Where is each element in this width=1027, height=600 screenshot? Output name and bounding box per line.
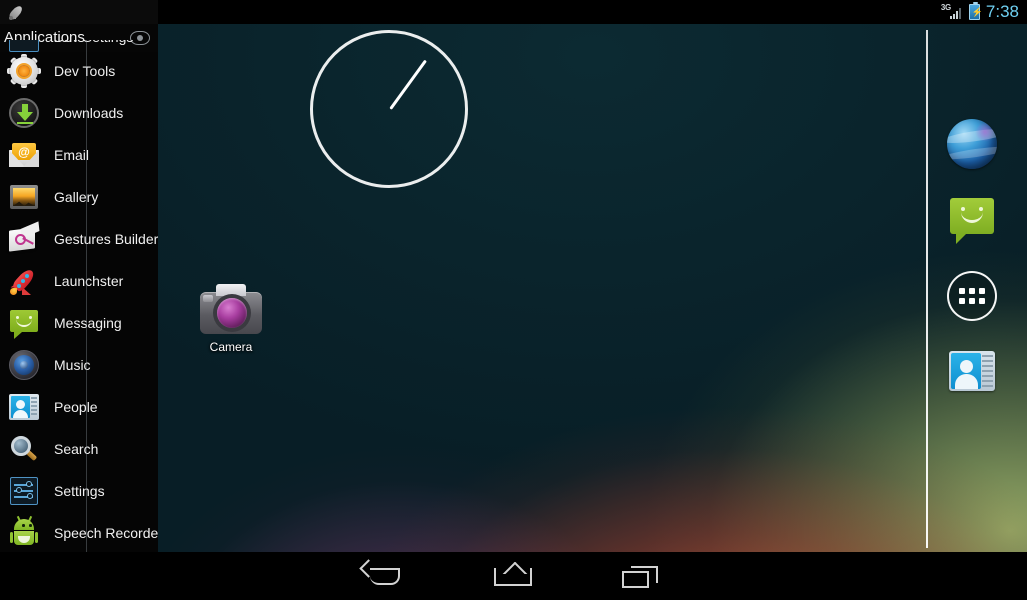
list-item-gestures-builder[interactable]: Gestures Builder (0, 218, 158, 260)
list-item-music[interactable]: Music (0, 344, 158, 386)
list-item-launchster[interactable]: Launchster (0, 260, 158, 302)
dock-item-browser[interactable] (946, 118, 998, 170)
message-bubble-icon (8, 307, 40, 339)
gear-icon (7, 54, 41, 88)
back-arrow-icon (359, 559, 402, 586)
list-item-label: Settings (54, 483, 105, 499)
recent-apps-button[interactable] (600, 552, 680, 600)
shortcut-label: Camera (209, 340, 253, 354)
list-item-label: Launchster (54, 273, 124, 289)
list-item-label: Downloads (54, 105, 124, 121)
list-item-label: Speech Recorder (54, 525, 158, 541)
list-item-label: People (54, 399, 98, 415)
applications-titlebar (0, 0, 158, 24)
magnifier-icon (8, 433, 40, 465)
navigation-bar (0, 552, 1027, 600)
dock-item-all-apps[interactable] (946, 270, 998, 322)
message-bubble-icon (950, 198, 994, 244)
application-list[interactable]: Dev Settings Dev Tools (0, 40, 158, 552)
clock-dial (310, 30, 468, 188)
gallery-photo-icon (8, 181, 40, 213)
list-item-messaging[interactable]: Messaging (0, 302, 158, 344)
envelope-icon: @ (8, 139, 40, 171)
signal-3g-icon: 3G (941, 4, 963, 20)
list-item-label: Email (54, 147, 90, 163)
home-screen-workspace[interactable]: Camera (158, 24, 1027, 552)
list-item-downloads[interactable]: Downloads (0, 92, 158, 134)
speaker-icon (8, 349, 40, 381)
analog-clock-widget[interactable] (310, 30, 468, 188)
dock (927, 24, 1017, 552)
list-item-people[interactable]: People (0, 386, 158, 428)
dock-item-messaging[interactable] (946, 194, 998, 246)
home-icon (494, 568, 532, 586)
camera-icon (200, 282, 262, 334)
status-bar-indicators: 3G 7:38 (941, 0, 1019, 24)
android-robot-icon (8, 515, 40, 549)
applications-panel[interactable]: Applications Dev Settings (0, 0, 158, 552)
all-apps-grid-icon (947, 271, 997, 321)
sliders-icon (8, 475, 40, 507)
battery-charging-icon (968, 2, 983, 20)
list-item-speech-recorder[interactable]: Speech Recorder (0, 512, 158, 552)
shortcut-camera[interactable]: Camera (176, 282, 286, 354)
list-item-dev-tools[interactable]: Dev Tools (0, 50, 158, 92)
home-button[interactable] (472, 552, 552, 600)
list-item-label: Messaging (54, 315, 122, 331)
globe-icon (947, 119, 997, 169)
gestures-pad-icon (8, 221, 40, 255)
list-item-label: Gallery (54, 189, 99, 205)
android-tablet-screen: Camera 3G 7:38 Applications Dev Tools Do… (0, 0, 1027, 600)
recent-apps-icon (622, 566, 658, 588)
rocket-icon (8, 265, 40, 297)
status-bar-clock: 7:38 (985, 2, 1019, 21)
list-item-label: Gestures Builder (54, 231, 158, 247)
rocket-icon (8, 4, 26, 21)
list-item-dev-settings[interactable]: Dev Settings (0, 40, 158, 52)
back-button[interactable] (344, 552, 424, 600)
contacts-card-icon (8, 391, 40, 423)
list-item-label: Dev Tools (54, 63, 116, 79)
list-item-label: Music (54, 357, 91, 373)
list-item-label: Dev Settings (54, 40, 133, 45)
list-item-label: Search (54, 441, 99, 457)
list-item-search[interactable]: Search (0, 428, 158, 470)
dock-item-people[interactable] (946, 346, 998, 398)
list-item-email[interactable]: @ Email (0, 134, 158, 176)
list-item-gallery[interactable]: Gallery (0, 176, 158, 218)
list-item-settings[interactable]: Settings (0, 470, 158, 512)
download-arrow-icon (8, 97, 40, 129)
contacts-card-icon (949, 351, 995, 391)
